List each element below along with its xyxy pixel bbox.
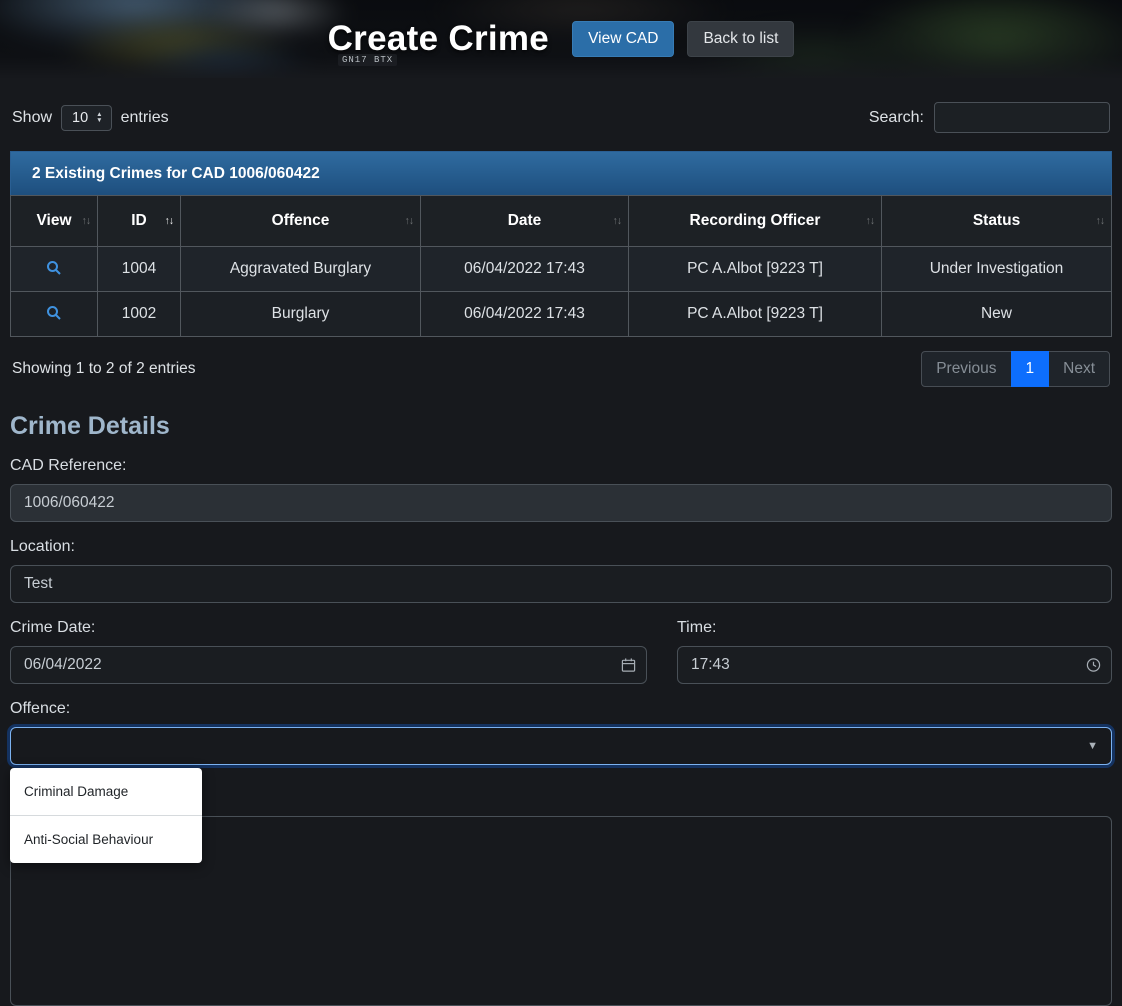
status-cell: Under Investigation (881, 246, 1112, 292)
crimes-table: View ↑↓ ID ↑↓ Offence ↑↓ Date ↑↓ Recordi… (10, 195, 1112, 337)
crime-date-label: Crime Date: (10, 619, 96, 636)
offence-option-anti-social-behaviour[interactable]: Anti-Social Behaviour (10, 815, 202, 863)
search-control: Search: (869, 102, 1110, 133)
search-label: Search: (868, 108, 924, 126)
col-header-date[interactable]: Date ↑↓ (420, 195, 629, 247)
crime-details-heading: Crime Details (10, 412, 170, 440)
cad-reference-label: CAD Reference: (10, 457, 127, 474)
view-cad-button[interactable]: View CAD (572, 21, 675, 57)
clock-icon[interactable] (1086, 658, 1101, 673)
back-to-list-button[interactable]: Back to list (687, 21, 795, 57)
table-row: 1004 Aggravated Burglary 06/04/2022 17:4… (10, 246, 1112, 292)
cad-reference-input[interactable] (10, 484, 1112, 522)
offence-cell: Aggravated Burglary (180, 246, 421, 292)
view-crime-button[interactable] (40, 256, 68, 283)
select-spinner-icon: ▲ ▼ (96, 111, 103, 124)
date-time-row: Crime Date: Time: (10, 603, 1112, 684)
time-label: Time: (677, 619, 717, 636)
sort-icon: ↑↓ (164, 215, 174, 227)
entries-label: entries (120, 108, 169, 126)
panel-title: 2 Existing Crimes for CAD 1006/060422 (32, 164, 320, 182)
id-cell: 1004 (97, 246, 181, 292)
search-input[interactable] (934, 102, 1110, 133)
location-input[interactable] (10, 565, 1112, 603)
view-cell (10, 291, 98, 337)
date-cell: 06/04/2022 17:43 (420, 246, 629, 292)
status-cell: New (881, 291, 1112, 337)
page-size-select[interactable]: 10 ▲ ▼ (61, 104, 112, 131)
offence-option-criminal-damage[interactable]: Criminal Damage (10, 768, 202, 815)
id-cell: 1002 (97, 291, 181, 337)
offence-label: Offence: (10, 700, 71, 717)
pagination: Previous 1 Next (921, 351, 1110, 387)
page-size-value: 10 (72, 109, 89, 126)
offence-dropdown: Criminal Damage Anti-Social Behaviour (10, 768, 202, 863)
col-header-recording-officer[interactable]: Recording Officer ↑↓ (628, 195, 882, 247)
main-content: Show 10 ▲ ▼ entries Search: 2 Existing Cr… (0, 102, 1122, 1006)
table-header-row: View ↑↓ ID ↑↓ Offence ↑↓ Date ↑↓ Recordi… (10, 195, 1112, 247)
sort-icon: ↑↓ (81, 215, 91, 227)
view-cell (10, 246, 98, 292)
existing-crimes-panel-header: 2 Existing Crimes for CAD 1006/060422 (10, 151, 1112, 195)
show-label: Show (12, 108, 53, 126)
officer-cell: PC A.Albot [9223 T] (628, 246, 882, 292)
officer-cell: PC A.Albot [9223 T] (628, 291, 882, 337)
col-header-offence[interactable]: Offence ↑↓ (180, 195, 421, 247)
crime-date-input[interactable] (10, 646, 647, 684)
table-row: 1002 Burglary 06/04/2022 17:43 PC A.Albo… (10, 291, 1112, 337)
next-page-button[interactable]: Next (1048, 351, 1110, 387)
col-header-id[interactable]: ID ↑↓ (97, 195, 181, 247)
table-footer: Showing 1 to 2 of 2 entries Previous 1 N… (12, 351, 1110, 387)
col-header-view[interactable]: View ↑↓ (10, 195, 98, 247)
table-controls: Show 10 ▲ ▼ entries Search: (12, 102, 1110, 133)
offence-select[interactable]: ▼ (10, 727, 1112, 765)
page-1-button[interactable]: 1 (1010, 351, 1050, 387)
previous-page-button[interactable]: Previous (921, 351, 1012, 387)
location-label: Location: (10, 538, 75, 555)
view-crime-button[interactable] (40, 301, 68, 328)
date-cell: 06/04/2022 17:43 (420, 291, 629, 337)
magnifier-icon (47, 260, 61, 275)
offence-cell: Burglary (180, 291, 421, 337)
page-size-control: Show 10 ▲ ▼ entries (12, 104, 169, 131)
entries-info: Showing 1 to 2 of 2 entries (12, 360, 196, 377)
magnifier-icon (47, 305, 61, 320)
sort-icon: ↑↓ (1095, 215, 1105, 227)
page-title: Create Crime (327, 19, 550, 58)
offence-select-wrap: ▼ Criminal Damage Anti-Social Behaviour (10, 727, 1112, 863)
calendar-icon[interactable] (621, 658, 636, 673)
sort-icon: ↑↓ (612, 215, 622, 227)
time-input[interactable] (677, 646, 1112, 684)
col-header-status[interactable]: Status ↑↓ (881, 195, 1112, 247)
chevron-down-icon: ▼ (1087, 740, 1098, 752)
sort-icon: ↑↓ (404, 215, 414, 227)
page-header: GN17 BTX Create Crime View CAD Back to l… (0, 0, 1122, 78)
sort-icon: ↑↓ (865, 215, 875, 227)
